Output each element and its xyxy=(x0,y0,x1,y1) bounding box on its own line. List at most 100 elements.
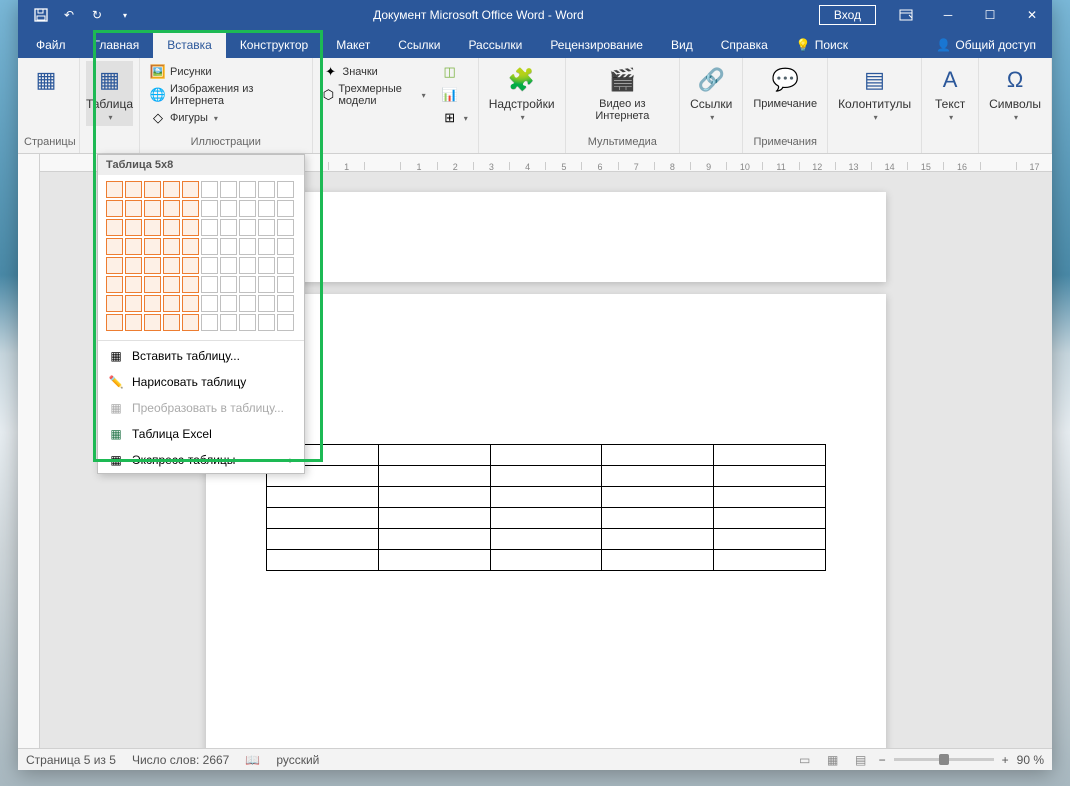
grid-cell[interactable] xyxy=(182,295,199,312)
minimize-icon[interactable]: ─ xyxy=(928,0,968,30)
grid-cell[interactable] xyxy=(277,200,294,217)
save-icon[interactable] xyxy=(28,2,54,28)
grid-cell[interactable] xyxy=(258,295,275,312)
grid-cell[interactable] xyxy=(163,257,180,274)
grid-cell[interactable] xyxy=(201,181,218,198)
grid-cell[interactable] xyxy=(182,181,199,198)
table-grid-picker[interactable] xyxy=(98,175,304,338)
grid-cell[interactable] xyxy=(201,314,218,331)
tab-review[interactable]: Рецензирование xyxy=(536,32,657,58)
grid-cell[interactable] xyxy=(106,257,123,274)
grid-cell[interactable] xyxy=(125,295,142,312)
grid-cell[interactable] xyxy=(277,295,294,312)
table-button[interactable]: ▦Таблица▾ xyxy=(86,61,133,126)
grid-cell[interactable] xyxy=(258,219,275,236)
grid-cell[interactable] xyxy=(125,257,142,274)
grid-cell[interactable] xyxy=(277,181,294,198)
maximize-icon[interactable]: ☐ xyxy=(970,0,1010,30)
read-mode-icon[interactable]: ▭ xyxy=(795,752,815,768)
addins-button[interactable]: 🧩Надстройки▾ xyxy=(485,61,559,126)
grid-cell[interactable] xyxy=(258,238,275,255)
grid-cell[interactable] xyxy=(239,295,256,312)
grid-cell[interactable] xyxy=(163,238,180,255)
ribbon-options-icon[interactable] xyxy=(886,0,926,30)
tab-insert[interactable]: Вставка xyxy=(153,32,226,58)
grid-cell[interactable] xyxy=(239,219,256,236)
redo-icon[interactable]: ↻ xyxy=(84,2,110,28)
shapes-button[interactable]: ◇Фигуры▾ xyxy=(146,107,306,129)
grid-cell[interactable] xyxy=(201,200,218,217)
grid-cell[interactable] xyxy=(125,238,142,255)
grid-cell[interactable] xyxy=(220,219,237,236)
language[interactable]: русский xyxy=(276,753,319,767)
icons-button[interactable]: ✦Значки xyxy=(319,61,430,83)
grid-cell[interactable] xyxy=(106,219,123,236)
grid-cell[interactable] xyxy=(125,276,142,293)
excel-table-item[interactable]: ▦Таблица Excel xyxy=(98,421,304,447)
grid-cell[interactable] xyxy=(220,238,237,255)
grid-cell[interactable] xyxy=(220,257,237,274)
tab-design[interactable]: Конструктор xyxy=(226,32,322,58)
grid-cell[interactable] xyxy=(106,295,123,312)
grid-cell[interactable] xyxy=(220,295,237,312)
tab-references[interactable]: Ссылки xyxy=(384,32,454,58)
grid-cell[interactable] xyxy=(144,238,161,255)
grid-cell[interactable] xyxy=(277,314,294,331)
grid-cell[interactable] xyxy=(220,314,237,331)
grid-cell[interactable] xyxy=(277,238,294,255)
screenshot-button[interactable]: ⊞▾ xyxy=(438,107,472,129)
grid-cell[interactable] xyxy=(182,238,199,255)
grid-cell[interactable] xyxy=(201,295,218,312)
word-count[interactable]: Число слов: 2667 xyxy=(132,753,229,767)
pictures-button[interactable]: 🖼️Рисунки xyxy=(146,61,306,83)
grid-cell[interactable] xyxy=(182,200,199,217)
symbols-button[interactable]: ΩСимволы▾ xyxy=(985,61,1045,126)
grid-cell[interactable] xyxy=(144,200,161,217)
grid-cell[interactable] xyxy=(220,276,237,293)
grid-cell[interactable] xyxy=(182,276,199,293)
vertical-ruler[interactable] xyxy=(18,154,40,748)
zoom-slider[interactable] xyxy=(894,758,994,761)
grid-cell[interactable] xyxy=(106,238,123,255)
smartart-button[interactable]: ◫ xyxy=(438,61,472,83)
tab-view[interactable]: Вид xyxy=(657,32,707,58)
grid-cell[interactable] xyxy=(258,181,275,198)
grid-cell[interactable] xyxy=(258,314,275,331)
grid-cell[interactable] xyxy=(163,181,180,198)
page[interactable] xyxy=(206,294,886,748)
undo-icon[interactable]: ↶ xyxy=(56,2,82,28)
grid-cell[interactable] xyxy=(125,200,142,217)
share-button[interactable]: 👤Общий доступ xyxy=(924,32,1048,58)
zoom-out-button[interactable]: − xyxy=(879,753,886,767)
grid-cell[interactable] xyxy=(125,314,142,331)
grid-cell[interactable] xyxy=(220,200,237,217)
close-icon[interactable]: ✕ xyxy=(1012,0,1052,30)
grid-cell[interactable] xyxy=(144,257,161,274)
quick-tables-item[interactable]: ▦Экспресс-таблицы▸ xyxy=(98,447,304,473)
print-layout-icon[interactable]: ▦ xyxy=(823,752,843,768)
tab-mailings[interactable]: Рассылки xyxy=(454,32,536,58)
zoom-in-button[interactable]: + xyxy=(1002,753,1009,767)
grid-cell[interactable] xyxy=(239,200,256,217)
grid-cell[interactable] xyxy=(144,314,161,331)
grid-cell[interactable] xyxy=(106,181,123,198)
grid-cell[interactable] xyxy=(239,276,256,293)
grid-cell[interactable] xyxy=(239,257,256,274)
grid-cell[interactable] xyxy=(163,219,180,236)
online-video-button[interactable]: 🎬Видео из Интернета xyxy=(572,61,674,125)
draw-table-item[interactable]: ✏️Нарисовать таблицу xyxy=(98,369,304,395)
grid-cell[interactable] xyxy=(163,200,180,217)
grid-cell[interactable] xyxy=(277,257,294,274)
links-button[interactable]: 🔗Ссылки▾ xyxy=(686,61,736,126)
grid-cell[interactable] xyxy=(144,181,161,198)
tab-search[interactable]: 💡Поиск xyxy=(782,32,862,58)
grid-cell[interactable] xyxy=(144,295,161,312)
web-layout-icon[interactable]: ▤ xyxy=(851,752,871,768)
grid-cell[interactable] xyxy=(125,219,142,236)
header-footer-button[interactable]: ▤Колонтитулы▾ xyxy=(834,61,915,126)
grid-cell[interactable] xyxy=(277,219,294,236)
document-table[interactable] xyxy=(266,444,826,571)
qat-more-icon[interactable]: ▾ xyxy=(112,2,138,28)
grid-cell[interactable] xyxy=(258,200,275,217)
grid-cell[interactable] xyxy=(163,276,180,293)
